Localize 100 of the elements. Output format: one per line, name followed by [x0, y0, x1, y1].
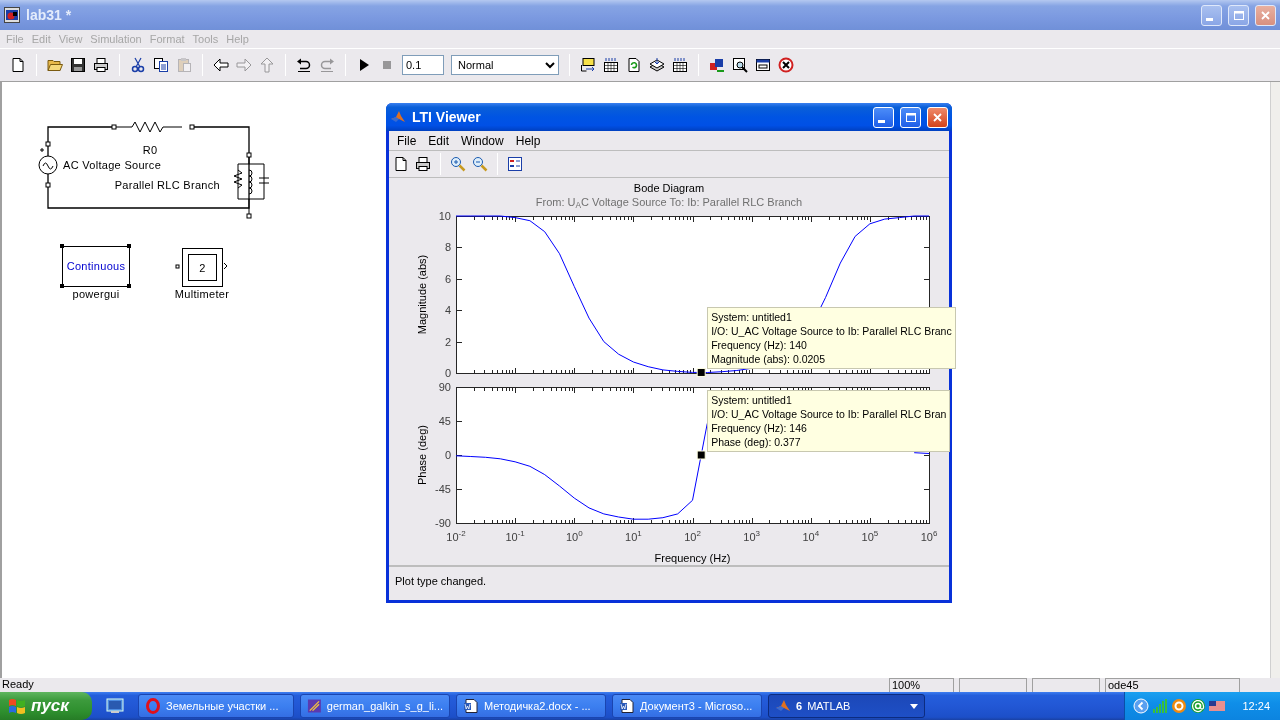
flag-icon	[8, 697, 26, 715]
datatip-line: Magnitude (abs): 0.0205	[711, 352, 826, 367]
tick-label: 10$^{5}$	[861, 529, 879, 543]
printer-icon[interactable]	[415, 156, 431, 172]
tick-label: 4	[444, 304, 451, 317]
status-text: Plot type changed.	[389, 565, 949, 600]
document-icon	[463, 698, 479, 714]
taskbar-button[interactable]: Методичка2.docx - ...	[456, 694, 606, 718]
start-button[interactable]: пуск	[0, 692, 92, 720]
block-text: 2	[199, 262, 206, 274]
taskbar-button[interactable]: Документ3 - Microso...	[612, 694, 762, 718]
magnifier-icon[interactable]	[732, 57, 748, 73]
undo-icon[interactable]	[296, 57, 312, 73]
axis-label: Frequency (Hz)	[654, 552, 731, 564]
minimize-icon	[877, 119, 885, 123]
status-text: Ready	[1, 678, 35, 692]
block-label: Multimeter	[174, 288, 230, 300]
stop-time-field[interactable]: 0.1	[402, 55, 444, 75]
zoom-in-icon[interactable]	[450, 156, 466, 172]
maximize-icon	[905, 112, 916, 122]
menu-item[interactable]: Help	[222, 30, 253, 48]
menu-item[interactable]: Window	[456, 131, 509, 150]
tick-label: 10$^{1}$	[625, 529, 642, 543]
scroll-bar[interactable]	[1270, 82, 1280, 678]
menu-item[interactable]: Format	[145, 30, 189, 48]
chart-title: Bode Diagram	[632, 181, 706, 194]
resistor-symbol[interactable]	[111, 121, 195, 133]
desktop-icon[interactable]	[106, 698, 124, 714]
menu-item[interactable]: Tools	[188, 30, 223, 48]
multimeter-block[interactable]	[175, 248, 228, 287]
membrane-icon	[775, 698, 791, 714]
block-label: Parallel RLC Branch	[114, 179, 220, 191]
mode-dropdown[interactable]: Normal	[451, 55, 559, 75]
maximize-icon	[1233, 10, 1244, 20]
printer-icon[interactable]	[93, 57, 109, 73]
block-text: Continuous	[66, 260, 126, 272]
tick-label: 10$^{0}$	[565, 529, 583, 543]
grid-icon[interactable]	[603, 57, 619, 73]
tick-label: -45	[435, 483, 451, 495]
cross-circle-icon[interactable]	[778, 57, 794, 73]
at-sign-icon[interactable]	[1190, 698, 1207, 714]
menu-item[interactable]: Help	[510, 131, 546, 150]
tick-label: 10$^{6}$	[920, 529, 938, 543]
copy-icon[interactable]	[153, 57, 169, 73]
taskbar-button[interactable]: german_galkin_s_g_li...	[300, 694, 450, 718]
datatip-line: I/O: U_AC Voltage Source to Ib: Parallel RLC Bran	[711, 407, 947, 421]
box-arrow-icon[interactable]	[580, 57, 596, 73]
grid-icon[interactable]	[672, 57, 688, 73]
tick-label: 10$^{-2}$	[446, 529, 466, 543]
window-title: lab31 *	[26, 5, 73, 25]
layers-icon[interactable]	[649, 57, 665, 73]
datatip-line: Frequency (Hz): 140	[711, 338, 808, 353]
new-file-icon[interactable]	[393, 156, 409, 172]
menu-item[interactable]: File	[392, 131, 422, 150]
chevron-icon[interactable]	[1133, 698, 1150, 714]
tick-label: 10$^{2}$	[684, 529, 701, 543]
tick-label: 8	[444, 241, 451, 254]
menu-item[interactable]: View	[54, 30, 87, 48]
legend-icon[interactable]	[507, 156, 523, 172]
minimize-icon	[1205, 17, 1213, 21]
flag-icon[interactable]	[1209, 698, 1226, 714]
folder-icon[interactable]	[47, 57, 63, 73]
clock: 12:24	[1242, 698, 1270, 714]
quill-icon	[307, 698, 322, 714]
close-icon	[1261, 10, 1270, 20]
tick-label: 6	[444, 272, 451, 285]
datatip-line: System: untitled1	[711, 310, 793, 325]
tick-label: 10$^{-1}$	[505, 529, 525, 543]
tick-label: 10$^{3}$	[743, 529, 760, 543]
tick-label: 2	[444, 335, 451, 348]
left-arrow-icon[interactable]	[213, 57, 229, 73]
ring-icon[interactable]	[1171, 698, 1188, 714]
axis-label: Magnitude (abs)	[416, 254, 428, 335]
new-file-icon[interactable]	[10, 57, 26, 73]
blocks-icon[interactable]	[709, 57, 725, 73]
window-icon[interactable]	[755, 57, 771, 73]
ring-icon	[145, 698, 161, 714]
menu-item[interactable]: Edit	[27, 30, 55, 48]
powergui-block[interactable]	[60, 244, 131, 288]
taskbar-button[interactable]: 6 MATLAB	[768, 694, 925, 718]
zoom-out-icon[interactable]	[472, 156, 488, 172]
membrane-icon	[390, 109, 406, 125]
ac-source-symbol[interactable]	[38, 141, 58, 188]
refresh-icon[interactable]	[626, 57, 642, 73]
close-icon	[933, 112, 942, 122]
datatip-marker[interactable]	[696, 450, 706, 460]
caret-icon	[910, 703, 918, 709]
menu-item[interactable]: Edit	[423, 131, 455, 150]
tick-label: 45	[438, 415, 451, 427]
block-label: AC Voltage Source	[63, 159, 162, 171]
tick-label: -90	[435, 517, 451, 529]
block-label: R0	[142, 144, 158, 156]
menu-item[interactable]: Simulation	[86, 30, 146, 48]
scissors-icon[interactable]	[130, 57, 146, 73]
datatip-marker[interactable]	[696, 367, 706, 377]
tick-label: 90	[438, 382, 451, 393]
rlc-branch-symbol[interactable]	[233, 152, 270, 219]
tick-label: 10	[438, 212, 451, 222]
taskbar-button[interactable]: Земельные участки ...	[138, 694, 294, 718]
menu-item[interactable]: File	[2, 30, 28, 48]
